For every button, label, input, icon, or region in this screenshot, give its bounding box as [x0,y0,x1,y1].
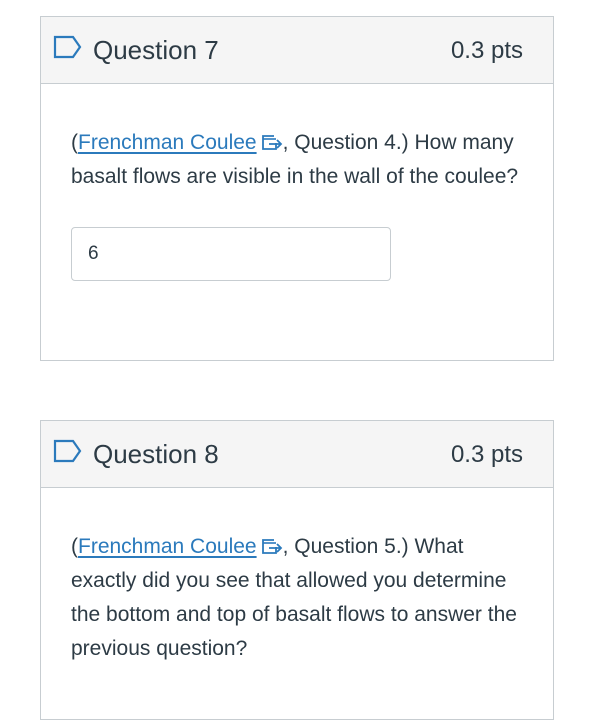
question-text-prefix: ( [71,535,78,558]
question-7-card: Question 7 0.3 pts (Frenchman Coulee , Q… [40,16,554,361]
frenchman-coulee-link[interactable]: Frenchman Coulee [78,131,257,154]
answer-input[interactable] [71,227,391,281]
question-title: Question 8 [93,439,219,469]
external-link-icon[interactable] [261,537,283,555]
question-header: Question 7 0.3 pts [41,17,553,84]
flag-question-icon[interactable] [53,35,83,59]
question-title: Question 7 [93,35,219,65]
external-link-icon[interactable] [261,133,283,151]
question-points: 0.3 pts [450,441,523,468]
question-header: Question 8 0.3 pts [41,421,553,488]
question-text-prefix: ( [71,131,78,154]
question-8-card: Question 8 0.3 pts (Frenchman Coulee , Q… [40,420,554,720]
flag-question-icon[interactable] [53,439,83,463]
question-text: (Frenchman Coulee , Question 4.) How man… [41,84,553,281]
frenchman-coulee-link[interactable]: Frenchman Coulee [78,535,257,558]
question-text: (Frenchman Coulee , Question 5.) What ex… [41,488,553,666]
question-points: 0.3 pts [450,37,523,64]
